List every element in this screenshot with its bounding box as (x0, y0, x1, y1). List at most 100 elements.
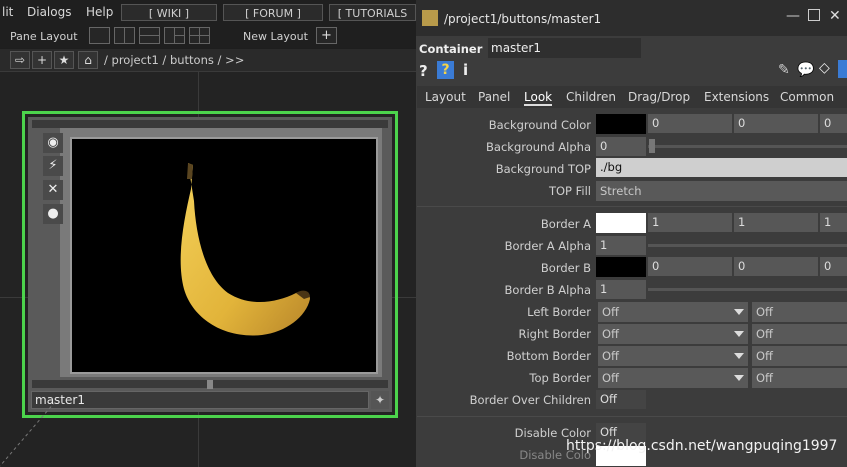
section-divider (417, 416, 847, 417)
border-a-label: Border A (540, 217, 591, 231)
forum-button[interactable]: [ FORUM ] (223, 4, 323, 21)
bg-color-swatch[interactable] (596, 114, 646, 134)
border-b-g[interactable]: 0 (734, 257, 818, 276)
right-border-label: Right Border (518, 327, 592, 341)
bg-color-label: Background Color (488, 118, 591, 132)
border-b-b[interactable]: 0 (820, 257, 847, 276)
bg-alpha-slider[interactable] (648, 145, 847, 148)
left-border-menu[interactable]: Off (598, 302, 748, 322)
path-bar: ⇨ + ★ ⌂ / project1 / buttons / >> (0, 49, 416, 72)
tab-layout[interactable]: Layout (425, 90, 466, 104)
bg-alpha-label: Background Alpha (486, 140, 591, 154)
pane-layout-triple[interactable] (164, 27, 185, 44)
right-border-menu-2[interactable]: Off (752, 324, 847, 344)
home-icon[interactable]: ⌂ (78, 51, 98, 69)
pane-layout-label: Pane Layout (10, 30, 78, 43)
bypass-icon[interactable]: ⚡ (43, 156, 63, 176)
node-flag-icon[interactable]: ✦ (371, 391, 389, 409)
tab-drag-drop[interactable]: Drag/Drop (628, 90, 690, 104)
pane-layout-single[interactable] (89, 27, 110, 44)
bottom-border-value: Off (602, 349, 619, 363)
pane-layout-hsplit[interactable] (139, 27, 160, 44)
bottom-border-menu-2[interactable]: Off (752, 346, 847, 366)
forward-icon[interactable]: ⇨ (10, 51, 30, 69)
cook-icon[interactable]: ● (43, 204, 63, 224)
right-border-value-2: Off (756, 327, 773, 341)
node-name-field[interactable]: master1 (31, 391, 369, 409)
bottom-border-value-2: Off (756, 349, 773, 363)
info-icon[interactable]: i (463, 61, 468, 79)
menu-item-dialogs[interactable]: Dialogs (27, 5, 71, 19)
bg-alpha-field[interactable]: 0 (596, 137, 646, 156)
bg-color-b[interactable]: 0 (820, 114, 847, 133)
help-icon[interactable]: ? (419, 62, 428, 80)
border-a-g[interactable]: 1 (734, 213, 818, 232)
tab-panel[interactable]: Panel (478, 90, 510, 104)
border-a-b[interactable]: 1 (820, 213, 847, 232)
new-layout-add-button[interactable]: + (316, 27, 337, 44)
chevron-down-icon (734, 353, 744, 359)
tutorials-button[interactable]: [ TUTORIALS (329, 4, 416, 21)
border-b-r[interactable]: 0 (648, 257, 732, 276)
star-icon[interactable]: ★ (54, 51, 74, 69)
border-b-alpha-field[interactable]: 1 (596, 280, 646, 299)
border-a-r[interactable]: 1 (648, 213, 732, 232)
pane-layout-quad[interactable] (189, 27, 210, 44)
dialog-title-bar: /project1/buttons/master1 — ✕ (416, 0, 847, 36)
border-b-alpha-slider[interactable] (648, 288, 847, 291)
op-help-icon[interactable]: ? (437, 61, 454, 79)
tab-common[interactable]: Common (780, 90, 834, 104)
border-a-alpha-field[interactable]: 1 (596, 236, 646, 255)
bg-top-label: Background TOP (495, 162, 591, 176)
top-border-menu[interactable]: Off (598, 368, 748, 388)
border-b-swatch[interactable] (596, 257, 646, 277)
bg-color-g[interactable]: 0 (734, 114, 818, 133)
network-path[interactable]: / project1 / buttons / >> (104, 53, 244, 67)
connection-line (0, 401, 56, 467)
node-viewer (70, 137, 378, 374)
tab-look[interactable]: Look (524, 90, 553, 106)
disable-color-value: Off (600, 425, 617, 439)
bottom-border-menu[interactable]: Off (598, 346, 748, 366)
bg-alpha-slider-handle[interactable] (649, 139, 655, 153)
bg-color-r[interactable]: 0 (648, 114, 732, 133)
border-over-children-value: Off (600, 392, 617, 406)
close-icon[interactable]: ✕ (43, 180, 63, 200)
top-border-menu-2[interactable]: Off (752, 368, 847, 388)
maximize-button[interactable] (808, 9, 820, 21)
right-border-menu[interactable]: Off (598, 324, 748, 344)
minimize-button[interactable]: — (786, 8, 800, 24)
bg-top-field[interactable]: ./bg (596, 158, 847, 177)
border-a-swatch[interactable] (596, 213, 646, 233)
tab-extensions[interactable]: Extensions (704, 90, 769, 104)
left-border-menu-2[interactable]: Off (752, 302, 847, 322)
pane-layout-vsplit[interactable] (114, 27, 135, 44)
border-a-alpha-slider[interactable] (648, 244, 847, 247)
chevron-down-icon (734, 375, 744, 381)
op-name-field[interactable]: master1 (488, 38, 641, 58)
menu-item-edit[interactable]: lit (2, 5, 13, 19)
close-icon[interactable]: ✕ (829, 8, 841, 24)
watermark-text: https://blog.csdn.net/wangpuqing1997 (566, 438, 838, 454)
globe-icon[interactable] (838, 60, 847, 78)
chevron-down-icon (734, 309, 744, 315)
comment-icon[interactable]: 💬 (797, 62, 814, 78)
top-fill-menu[interactable]: Stretch (596, 181, 847, 201)
top-border-value: Off (602, 371, 619, 385)
viewer-toggle-icon[interactable]: ◉ (43, 133, 63, 153)
op-icon (422, 10, 438, 26)
wiki-button[interactable]: [ WIKI ] (121, 4, 217, 21)
pencil-icon[interactable]: ✎ (778, 62, 790, 78)
node-connector[interactable] (207, 380, 213, 389)
border-a-alpha-label: Border A Alpha (504, 239, 591, 253)
menu-item-help[interactable]: Help (86, 5, 113, 19)
add-icon[interactable]: + (32, 51, 52, 69)
new-layout-label: New Layout (243, 30, 308, 43)
left-border-value: Off (602, 305, 619, 319)
border-over-children-toggle[interactable]: Off (596, 390, 646, 409)
border-b-label: Border B (540, 261, 591, 275)
left-border-value-2: Off (756, 305, 773, 319)
eraser-icon[interactable]: ◇ (819, 60, 830, 76)
border-over-children-label: Border Over Children (469, 393, 591, 407)
tab-children[interactable]: Children (566, 90, 616, 104)
